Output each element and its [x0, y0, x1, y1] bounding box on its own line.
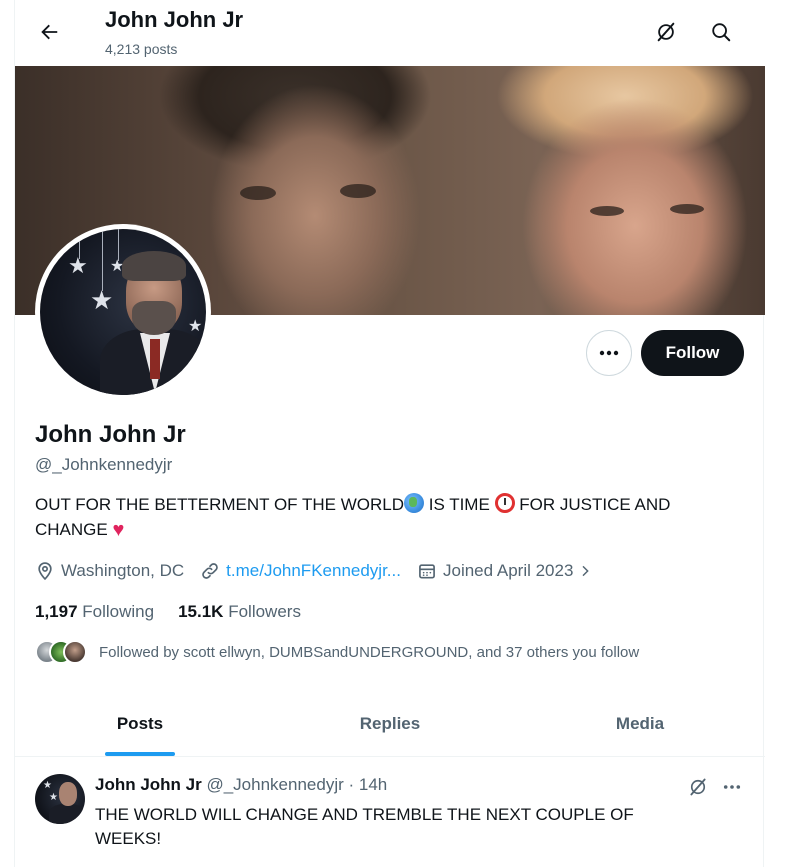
star-ornament: ★	[188, 318, 203, 335]
tweet-text: THE WORLD WILL CHANGE AND TREMBLE THE NE…	[95, 805, 634, 848]
star-ornament: ★	[90, 285, 114, 315]
avatar-face	[59, 782, 77, 806]
profile-bio: OUT FOR THE BETTERMENT OF THE WORLD IS T…	[35, 492, 735, 543]
website: t.me/JohnFKennedyjr...	[200, 561, 401, 581]
website-link[interactable]: t.me/JohnFKennedyjr...	[226, 561, 401, 581]
profile-tabs: Posts Replies Media	[15, 692, 765, 757]
globe-emoji	[404, 493, 424, 513]
followers-stat[interactable]: 15.1K Followers	[178, 602, 301, 622]
avatar-suit	[49, 804, 85, 824]
chevron-right-icon	[582, 565, 590, 577]
tab-posts[interactable]: Posts	[15, 692, 265, 756]
back-arrow-icon	[41, 24, 58, 40]
banner-detail	[340, 184, 376, 198]
back-button[interactable]	[31, 14, 67, 50]
joined-date[interactable]: Joined April 2023	[417, 561, 599, 581]
follow-stats: 1,197 Following 15.1K Followers	[35, 602, 325, 622]
location-icon	[38, 562, 52, 581]
top-bar: John John Jr 4,213 posts	[15, 0, 765, 66]
more-icon	[723, 785, 741, 789]
star-ornament: ★	[43, 780, 52, 791]
tweet-avatar[interactable]: ★ ★	[35, 774, 85, 824]
profile-handle: @_Johnkennedyjr	[35, 455, 173, 474]
avatar-hair	[122, 251, 186, 281]
following-count: 1,197	[35, 602, 78, 621]
profile-name: John John Jr	[35, 421, 186, 448]
link-icon	[202, 563, 218, 579]
banner-detail	[670, 204, 704, 214]
ornament-string	[102, 229, 103, 291]
post-count: 4,213 posts	[105, 41, 178, 57]
search-icon	[712, 23, 731, 42]
followed-by-text: Followed by scott ellwyn, DUMBSandUNDERG…	[99, 643, 640, 661]
joined-text: Joined April 2023	[442, 561, 574, 580]
tweet-author-name[interactable]: John John Jr	[95, 775, 202, 794]
tweet-more-button[interactable]	[717, 772, 747, 802]
tweet-separator: ·	[343, 775, 359, 794]
avatar	[63, 640, 87, 664]
tab-media[interactable]: Media	[515, 692, 765, 756]
search-button[interactable]	[703, 14, 739, 50]
star-ornament: ★	[68, 253, 88, 278]
banner-detail	[590, 206, 624, 216]
tweet-grok-button[interactable]	[683, 772, 713, 802]
bio-text: OUT FOR THE BETTERMENT OF THE WORLD	[35, 495, 404, 514]
grok-icon	[657, 22, 675, 42]
more-icon	[599, 350, 619, 356]
avatar-image: ★ ★ ★ ★	[40, 229, 206, 395]
location: Washington, DC	[35, 561, 184, 581]
avatar-beard	[132, 301, 176, 335]
follow-button[interactable]: Follow	[641, 330, 744, 376]
profile-avatar[interactable]: ★ ★ ★ ★	[35, 224, 211, 400]
followers-count: 15.1K	[178, 602, 224, 621]
ornament-string	[118, 229, 119, 261]
tweet-time[interactable]: 14h	[359, 775, 387, 794]
tweet-author-handle[interactable]: @_Johnkennedyjr	[206, 775, 343, 794]
tweet-header: John John Jr @_Johnkennedyjr · 14h	[95, 775, 387, 795]
tweet[interactable]: ★ ★ John John Jr @_Johnkennedyjr · 14h T…	[15, 758, 765, 867]
banner-detail	[240, 186, 276, 200]
following-label: Following	[82, 602, 155, 621]
header-title: John John Jr	[105, 7, 244, 32]
followed-by-row[interactable]: Followed by scott ellwyn, DUMBSandUNDERG…	[35, 640, 639, 664]
alarm-clock-emoji	[494, 493, 515, 513]
following-stat[interactable]: 1,197 Following	[35, 602, 154, 622]
avatar-tie	[150, 339, 160, 379]
profile-meta: Washington, DC t.me/JohnFKennedyjr... Jo…	[35, 559, 615, 583]
grok-icon	[690, 778, 706, 796]
calendar-icon	[419, 564, 435, 579]
followers-label: Followers	[228, 602, 301, 621]
location-text: Washington, DC	[61, 561, 185, 580]
bio-text: IS TIME	[424, 495, 495, 514]
tab-replies[interactable]: Replies	[265, 692, 515, 756]
more-options-button[interactable]	[586, 330, 632, 376]
star-ornament: ★	[49, 792, 58, 803]
profile-column: John John Jr 4,213 posts ★ ★ ★ ★ Follow …	[14, 0, 765, 867]
heart-emoji: ♥	[112, 519, 125, 541]
grok-button[interactable]	[648, 14, 684, 50]
